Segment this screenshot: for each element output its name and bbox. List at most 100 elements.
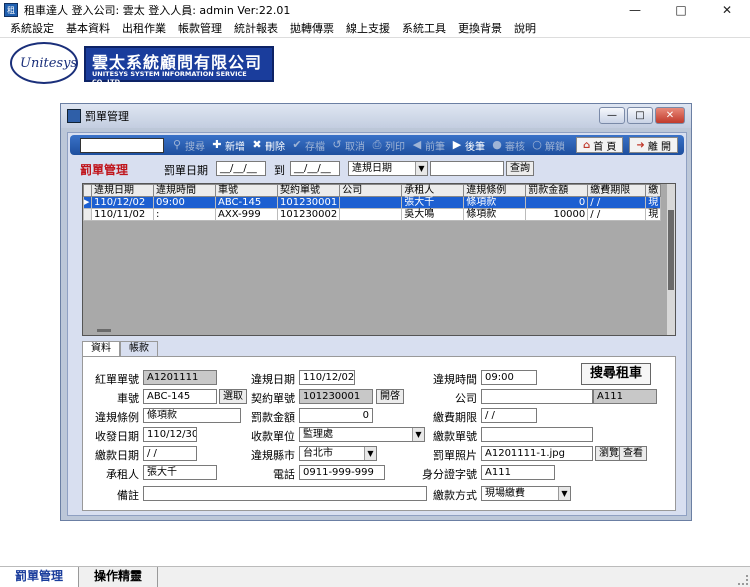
scrollbar-thumb[interactable] <box>668 210 674 290</box>
cancel-button[interactable]: ↺ 取消 <box>328 137 368 153</box>
city-label: 違規縣市 <box>251 449 295 462</box>
table-row[interactable]: 110/11/02 : AXX-999 101230002 吳大鳴 條項款 10… <box>83 208 662 221</box>
note-field[interactable] <box>143 486 427 501</box>
rule-field[interactable]: 條項款 <box>143 408 241 423</box>
menu-online-support[interactable]: 線上支援 <box>340 20 396 38</box>
city-select[interactable]: 台北市 ▼ <box>299 446 377 461</box>
chevron-down-icon: ▼ <box>558 487 570 500</box>
unit-label: 收款單位 <box>251 430 295 443</box>
plus-icon: ✚ <box>212 138 222 151</box>
violation-time-field[interactable]: 09:00 <box>481 370 537 385</box>
save-button[interactable]: ✔ 存檔 <box>288 137 328 153</box>
ticket-no-field[interactable]: A1201111 <box>143 370 217 385</box>
tab-data[interactable]: 資料 <box>82 341 120 356</box>
maximize-button[interactable]: □ <box>658 0 704 20</box>
exit-button[interactable]: ➜ 離 開 <box>629 137 678 153</box>
photo-field[interactable]: A1201111-1.jpg <box>481 446 593 461</box>
violation-date-field[interactable]: 110/12/02 <box>299 370 355 385</box>
grid-horizontal-scroll-thumb[interactable] <box>97 329 111 332</box>
col-violation-date[interactable]: 違規日期 <box>91 184 154 197</box>
grid-header-row: 違規日期 違規時間 車號 契約單號 公司 承租人 違規條例 罰款金額 繳費期限 … <box>83 184 662 197</box>
fine-field[interactable]: 0 <box>299 408 373 423</box>
prev-record-button[interactable]: ◀ 前筆 <box>408 137 448 153</box>
col-rule[interactable]: 違規條例 <box>463 184 527 197</box>
add-button[interactable]: ✚ 新增 <box>208 137 248 153</box>
menu-rental[interactable]: 出租作業 <box>116 20 172 38</box>
menu-vouchers[interactable]: 拋轉傳票 <box>284 20 340 38</box>
menu-accounts[interactable]: 帳款管理 <box>172 20 228 38</box>
resize-grip-icon[interactable] <box>738 575 748 585</box>
window-maximize-button[interactable]: □ <box>627 107 653 124</box>
table-cell: 09:00 <box>153 196 216 209</box>
menu-system-tools[interactable]: 系統工具 <box>396 20 452 38</box>
view-button[interactable]: 查看 <box>619 446 647 461</box>
id-field[interactable]: A111 <box>481 465 555 480</box>
bottom-tab-wizard[interactable]: 操作精靈 <box>79 567 159 587</box>
grid-vertical-scrollbar[interactable] <box>667 184 675 335</box>
next-record-button[interactable]: ▶ 後筆 <box>448 137 488 153</box>
phone-field[interactable]: 0911-999-999 <box>299 465 385 480</box>
app-titlebar: 租 租車達人 登入公司: 雲太 登入人員: admin Ver:22.01 — … <box>0 0 750 20</box>
menu-basic-data[interactable]: 基本資料 <box>60 20 116 38</box>
pay-date-label: 繳款日期 <box>95 449 139 462</box>
col-plate[interactable]: 車號 <box>215 184 278 197</box>
window-titlebar: 罰單管理 — □ ✕ <box>61 104 691 128</box>
pick-car-button[interactable]: 選取 <box>219 389 247 404</box>
renter-field[interactable]: 張大千 <box>143 465 217 480</box>
lock-icon: ● <box>492 138 502 151</box>
pay-no-field[interactable] <box>481 427 593 442</box>
date-type-select[interactable]: 違規日期 ▼ <box>348 161 428 176</box>
table-cell: AXX-999 <box>215 208 278 221</box>
window-body: ⚲ 搜尋 ✚ 新增 ✖ 刪除 ✔ 存檔 ↺ 取消 ⎙ 列印 ◀ 前筆 ▶ 後筆 ● 審核 ○ 解鎖 … <box>67 132 687 516</box>
print-button[interactable]: ⎙ 列印 <box>368 137 408 153</box>
search-button[interactable]: ⚲ 搜尋 <box>168 137 208 153</box>
company-code-field[interactable]: A111 <box>593 389 657 404</box>
toolbar-search-input[interactable] <box>80 137 164 153</box>
search-car-button[interactable]: 搜尋租車 <box>581 363 652 385</box>
menu-reports[interactable]: 統計報表 <box>228 20 284 38</box>
filter-row: 罰單管理 罰單日期 __/__/__ 到 __/__/__ 違規日期 ▼ 查詢 <box>68 159 686 179</box>
col-renter[interactable]: 承租人 <box>401 184 465 197</box>
menu-system-settings[interactable]: 系統設定 <box>4 20 60 38</box>
unlock-button[interactable]: ○ 解鎖 <box>528 137 568 153</box>
check-icon: ✔ <box>292 138 302 151</box>
received-field[interactable]: 110/12/30 <box>143 427 197 442</box>
col-pay[interactable]: 繳 <box>645 184 662 197</box>
violation-time-label: 違規時間 <box>433 373 477 386</box>
keyword-field[interactable] <box>430 161 504 176</box>
window-icon <box>67 109 81 123</box>
window-minimize-button[interactable]: — <box>599 107 625 124</box>
col-contract[interactable]: 契約單號 <box>276 184 341 197</box>
col-company[interactable]: 公司 <box>339 184 403 197</box>
date-from-field[interactable]: __/__/__ <box>216 161 266 176</box>
detail-tabs: 資料 帳款 <box>82 341 158 356</box>
delete-button[interactable]: ✖ 刪除 <box>248 137 288 153</box>
minimize-button[interactable]: — <box>612 0 658 20</box>
photo-label: 罰單照片 <box>433 449 477 462</box>
contract-field[interactable]: 101230001 <box>299 389 373 404</box>
due-field[interactable]: / / <box>481 408 537 423</box>
date-to-field[interactable]: __/__/__ <box>290 161 340 176</box>
menu-change-background[interactable]: 更換背景 <box>452 20 508 38</box>
plate-field[interactable]: ABC-145 <box>143 389 217 404</box>
window-close-button[interactable]: ✕ <box>655 107 685 124</box>
query-button[interactable]: 查詢 <box>506 161 534 176</box>
table-row[interactable]: ▶ 110/12/02 09:00 ABC-145 101230001 張大千 … <box>83 196 662 209</box>
close-button[interactable]: ✕ <box>704 0 750 20</box>
col-violation-time[interactable]: 違規時間 <box>153 184 216 197</box>
pay-date-field[interactable]: / / <box>143 446 197 461</box>
audit-button[interactable]: ● 審核 <box>488 137 528 153</box>
menu-help[interactable]: 說明 <box>508 20 542 38</box>
ticket-no-label: 紅單單號 <box>95 373 139 386</box>
note-label: 備註 <box>117 489 139 502</box>
tab-accounts[interactable]: 帳款 <box>120 341 158 356</box>
unit-select[interactable]: 監理處 ▼ <box>299 427 425 442</box>
company-field[interactable] <box>481 389 593 404</box>
method-select[interactable]: 現場繳費 ▼ <box>481 486 571 501</box>
table-cell: 0 <box>525 196 589 209</box>
col-due[interactable]: 繳費期限 <box>587 184 647 197</box>
bottom-tab-fine-management[interactable]: 罰單管理 <box>0 567 80 587</box>
open-contract-button[interactable]: 開啓 <box>376 389 404 404</box>
home-button[interactable]: ⌂ 首 頁 <box>576 137 624 153</box>
col-fine[interactable]: 罰款金額 <box>525 184 589 197</box>
